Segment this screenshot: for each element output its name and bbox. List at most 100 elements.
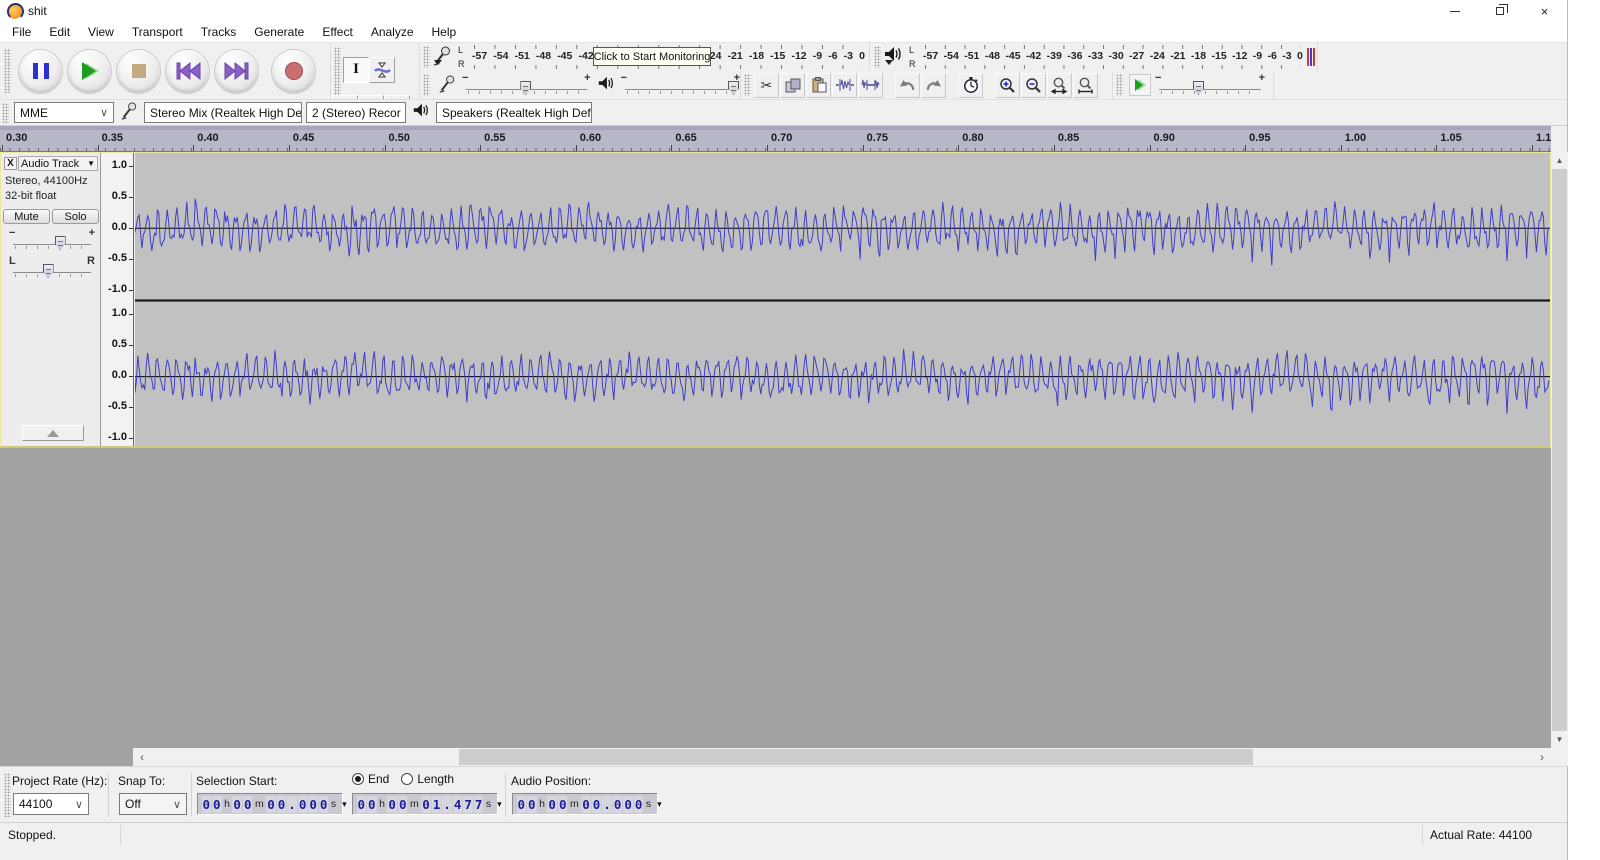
play-at-speed-button[interactable] [1129, 74, 1151, 96]
timefield-dropdown-icon[interactable]: ▾ [657, 799, 662, 810]
envelope-icon [374, 62, 391, 78]
scroll-down-icon[interactable]: ▼ [1551, 731, 1568, 748]
vertical-ruler[interactable]: 1.00.50.0-0.5-1.01.00.50.0-0.5-1.0 [101, 153, 134, 446]
project-rate-select[interactable]: 44100∨ [13, 793, 89, 815]
paste-button[interactable] [806, 73, 831, 98]
track-collapse-button[interactable] [22, 425, 84, 441]
audio-host-select[interactable]: MME∨ [14, 102, 114, 123]
track-pan-slider[interactable]: LR [9, 255, 95, 279]
restore-button[interactable] [1477, 0, 1522, 22]
skip-to-end-button[interactable] [215, 50, 258, 93]
undo-button[interactable] [895, 73, 920, 98]
track-close-button[interactable]: X [4, 157, 17, 170]
pause-button[interactable] [19, 50, 62, 93]
waveform-display[interactable] [135, 153, 1550, 446]
timeline-ruler[interactable]: 0.300.350.400.450.500.550.600.650.700.75… [0, 126, 1551, 152]
meter-scale-value: -30 [1108, 50, 1123, 62]
timeline-tick [767, 145, 768, 151]
toolbar-grip[interactable] [2, 103, 9, 123]
fit-selection-icon [1051, 77, 1068, 94]
menu-help[interactable]: Help [423, 23, 466, 41]
playback-meter-toolbar[interactable]: LR -57-54-51-48-45-42-39-36-33-30-27-24-… [872, 43, 1318, 71]
selection-start-field[interactable]: 00h00m00.000s▾ [197, 793, 343, 815]
microphone-icon [438, 74, 456, 97]
snap-to-select[interactable]: Off∨ [119, 793, 187, 815]
menu-edit[interactable]: Edit [40, 23, 79, 41]
recording-volume-slider[interactable]: −+ [462, 72, 591, 98]
vertical-scroll-thumb[interactable] [1552, 169, 1567, 731]
stop-button[interactable] [117, 50, 160, 93]
sync-lock-button[interactable] [958, 73, 983, 98]
waveform-right-channel[interactable] [135, 302, 1550, 447]
toolbar-grip[interactable] [423, 46, 430, 68]
trim-audio-button[interactable] [832, 73, 857, 98]
playback-volume-slider[interactable]: −+ [621, 72, 740, 98]
toolbar-grip[interactable] [4, 773, 11, 817]
scroll-up-icon[interactable]: ▲ [1551, 152, 1568, 169]
toolbar-grip[interactable] [874, 46, 881, 68]
horizontal-scroll-thumb[interactable] [459, 749, 1253, 765]
mute-button[interactable]: Mute [3, 209, 50, 224]
play-button[interactable] [68, 50, 111, 93]
window-title: shit [28, 4, 47, 18]
recording-device-select[interactable]: Stereo Mix (Realtek High Defi∨ [144, 102, 302, 123]
menu-transport[interactable]: Transport [123, 23, 192, 41]
menu-analyze[interactable]: Analyze [362, 23, 423, 41]
skip-to-start-button[interactable] [166, 50, 209, 93]
toolbar-grip[interactable] [423, 74, 430, 96]
tools-toolbar: I ↔ [332, 43, 420, 99]
timefield-dropdown-icon[interactable]: ▾ [342, 799, 347, 810]
fit-project-button[interactable] [1073, 73, 1098, 98]
menu-file[interactable]: File [3, 23, 40, 41]
playback-device-select[interactable]: Speakers (Realtek High Defin∨ [436, 102, 592, 123]
track-title-menu[interactable]: Audio Track▼ [18, 156, 98, 171]
zoom-in-icon [999, 77, 1016, 94]
menu-effect[interactable]: Effect [313, 23, 361, 41]
timefield-dropdown-icon[interactable]: ▾ [497, 799, 502, 810]
toolbar-grip[interactable] [4, 49, 11, 94]
timeline-label: 0.65 [675, 132, 696, 144]
selection-tool-button[interactable]: I [343, 57, 369, 83]
toolbar-grip[interactable] [1116, 74, 1123, 96]
dropdown-arrow-icon[interactable] [885, 60, 893, 69]
menu-generate[interactable]: Generate [245, 23, 313, 41]
scroll-right-icon[interactable]: › [1533, 748, 1551, 766]
cut-button[interactable]: ✂ [754, 73, 779, 98]
meter-scale-value: -48 [985, 50, 1000, 62]
zoom-out-button[interactable] [1021, 73, 1046, 98]
toolbar-grip[interactable] [744, 74, 751, 96]
silence-audio-button[interactable] [858, 73, 883, 98]
waveform-left-channel[interactable] [135, 153, 1550, 299]
horizontal-scrollbar[interactable]: ‹ › [133, 748, 1551, 766]
copy-button[interactable] [780, 73, 805, 98]
toolbar-grip[interactable] [334, 47, 341, 95]
recording-meter-toolbar[interactable]: LR -57-54-51-48-45-42-39-36-33-30-27-24-… [421, 43, 870, 71]
fit-selection-button[interactable] [1047, 73, 1072, 98]
recording-device-value: Stereo Mix (Realtek High Defi [150, 106, 302, 120]
track-gain-slider[interactable]: −+ [9, 227, 95, 251]
playback-meter-scale[interactable]: -57-54-51-48-45-42-39-36-33-30-27-24-21-… [923, 45, 1303, 69]
record-button[interactable] [272, 50, 315, 93]
redo-button[interactable] [921, 73, 946, 98]
close-button[interactable]: × [1522, 0, 1567, 22]
envelope-tool-button[interactable] [369, 57, 395, 83]
track-workspace[interactable]: X Audio Track▼ Stereo, 44100Hz 32-bit fl… [0, 152, 1568, 766]
audio-position-field[interactable]: 00h00m00.000s▾ [512, 793, 658, 815]
menu-view[interactable]: View [79, 23, 123, 41]
meter-scale-value: 0 [859, 50, 865, 62]
scroll-left-icon[interactable]: ‹ [133, 748, 151, 766]
playback-speed-slider[interactable]: −+ [1155, 72, 1265, 98]
minimize-button[interactable] [1432, 0, 1477, 22]
ruler-value: -0.5 [108, 400, 127, 412]
end-radio[interactable] [352, 773, 364, 785]
zoom-in-button[interactable] [995, 73, 1020, 98]
recording-channels-select[interactable]: 2 (Stereo) Recor∨ [306, 102, 406, 123]
selection-end-field[interactable]: 00h00m01.477s▾ [352, 793, 498, 815]
vertical-scrollbar[interactable]: ▲ ▼ [1551, 152, 1568, 748]
trim-icon [835, 77, 855, 93]
menu-tracks[interactable]: Tracks [192, 23, 246, 41]
length-radio[interactable] [401, 773, 413, 785]
status-message: Stopped. [8, 828, 56, 842]
solo-button[interactable]: Solo [52, 209, 99, 224]
dropdown-arrow-icon[interactable] [434, 60, 442, 69]
